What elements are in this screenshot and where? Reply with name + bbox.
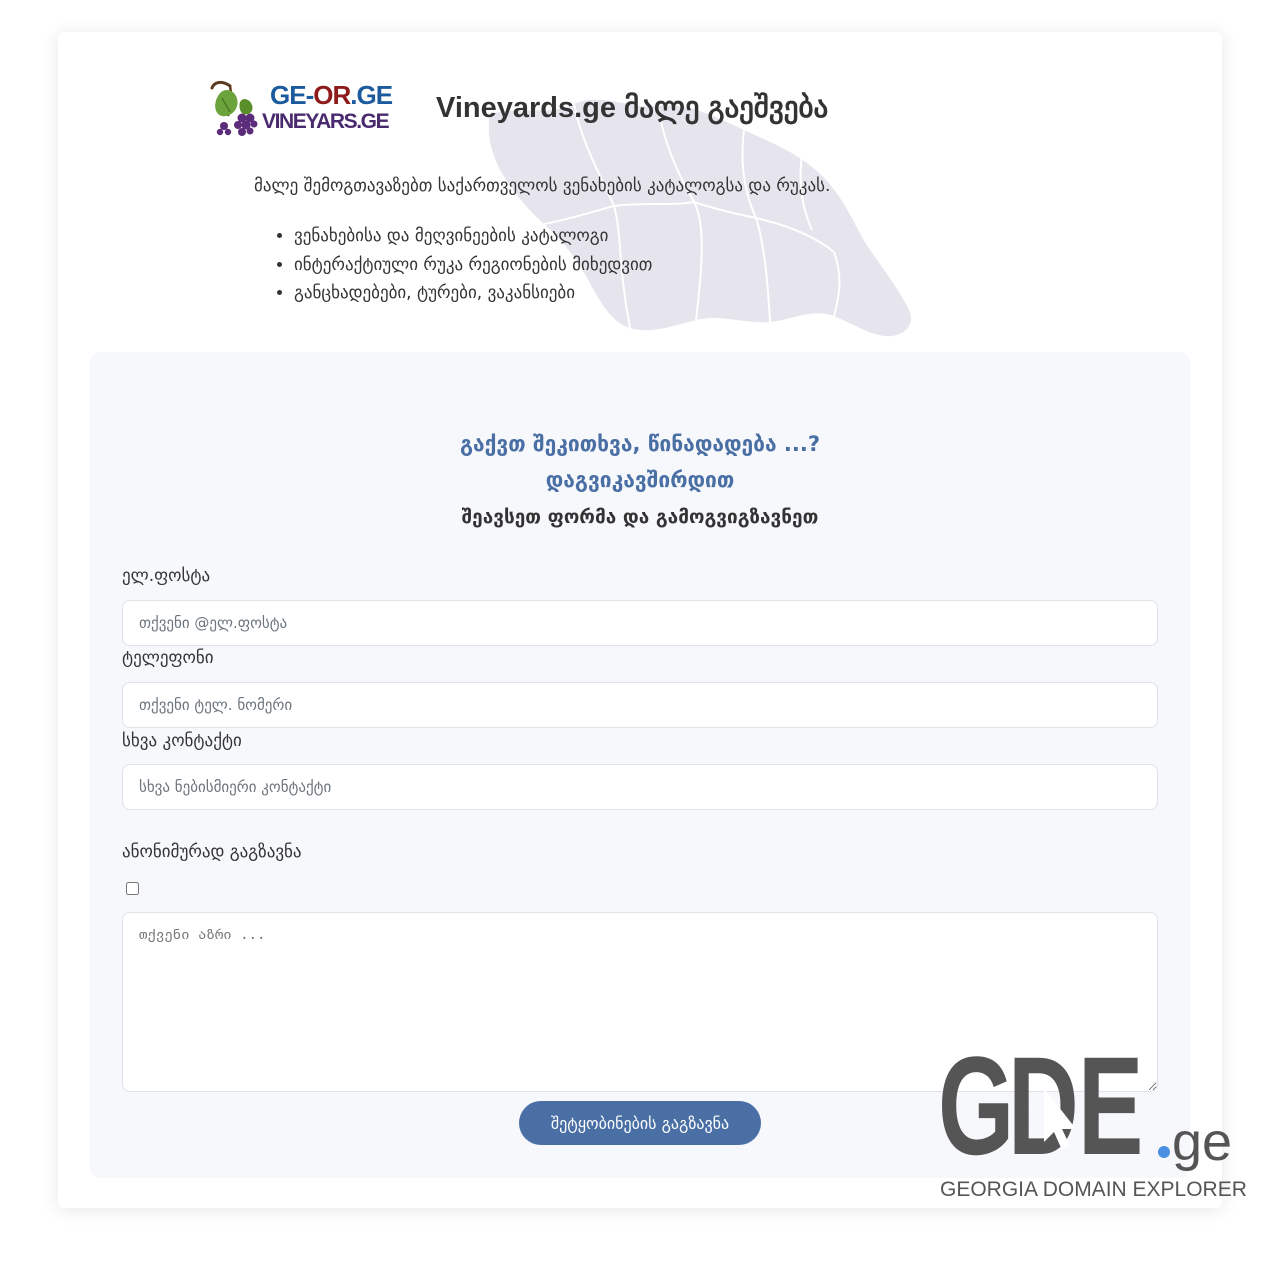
page-title: Vineyards.ge მალე გაეშვება xyxy=(436,92,829,124)
intro-text: მალე შემოგთავაზებთ საქართველოს ვენახების… xyxy=(254,176,831,196)
watermark-dot xyxy=(1158,1146,1170,1158)
anonymous-label: ანონიმურად გაგზავნა xyxy=(122,842,302,862)
contact-heading: გაქვთ შეკითხვა, წინადადება ...? დაგვიკავ… xyxy=(90,426,1190,498)
watermark-letter-d: D xyxy=(1008,1036,1079,1184)
logo-text-dotge: .GE xyxy=(350,80,393,110)
logo-wordmark: GE-OR.GE xyxy=(270,80,393,111)
contact-heading-line1: გაქვთ შეკითხვა, წინადადება ...? xyxy=(459,432,821,456)
watermark-letter-e: E xyxy=(1078,1036,1143,1184)
logo-text-or: OR xyxy=(313,80,351,110)
email-label: ელ.ფოსტა xyxy=(122,566,211,586)
form-title: შეავსეთ ფორმა და გამოგვიგზავნეთ xyxy=(461,506,819,528)
phone-label: ტელეფონი xyxy=(122,648,214,668)
logo-text-ge: GE xyxy=(270,80,307,110)
watermark-letter-g: G xyxy=(938,1036,1014,1184)
logo-subtitle: VINEYARS.GE xyxy=(262,110,390,133)
site-logo[interactable]: GE-OR.GE VINEYARS.GE xyxy=(208,76,408,140)
grape-vine-icon xyxy=(210,80,258,136)
feature-item: ვენახებისა და მეღვინეების კატალოგი xyxy=(294,222,652,251)
feature-item: ინტერაქტიული რუკა რეგიონების მიხედვით xyxy=(294,251,652,280)
other-contact-label: სხვა კონტაქტი xyxy=(122,731,242,751)
page-card: GE-OR.GE VINEYARS.GE Vineyards.ge მალე გ… xyxy=(58,32,1222,1208)
feature-item: განცხადებები, ტურები, ვაკანსიები xyxy=(294,279,652,308)
feature-list: ვენახებისა და მეღვინეების კატალოგი ინტერ… xyxy=(294,222,652,308)
watermark-caption: GEORGIA DOMAIN EXPLORER xyxy=(940,1178,1247,1201)
anonymous-checkbox[interactable] xyxy=(126,882,139,895)
submit-button[interactable]: შეტყობინების გაგზავნა xyxy=(519,1101,761,1145)
email-field[interactable] xyxy=(122,600,1158,646)
contact-heading-line2: დაგვიკავშირდით xyxy=(545,468,735,492)
other-contact-field[interactable] xyxy=(122,764,1158,810)
phone-field[interactable] xyxy=(122,682,1158,728)
watermark-tld: ge xyxy=(1172,1112,1232,1172)
